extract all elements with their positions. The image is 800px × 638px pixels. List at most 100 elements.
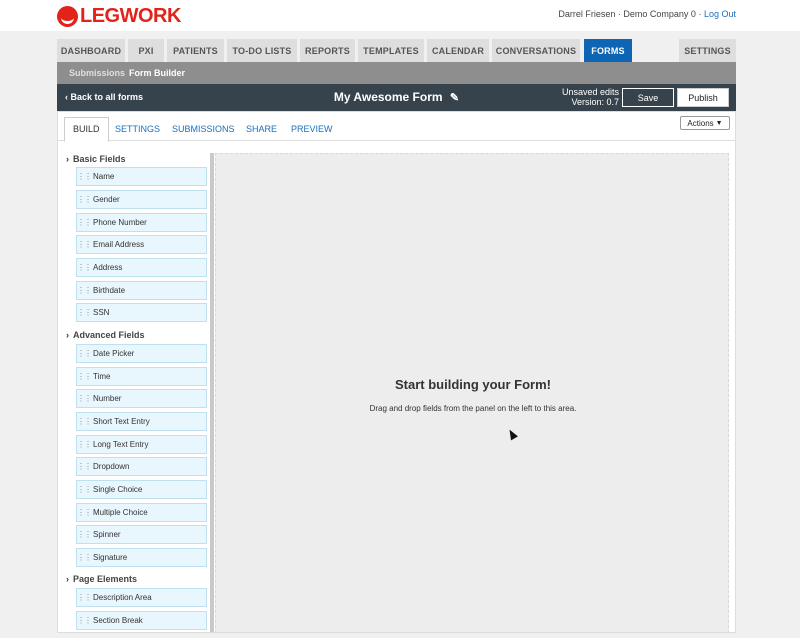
field-panel: › Basic Fields ⋮⋮ Name ⋮⋮ Gender ⋮⋮ Phone Nu… (62, 152, 212, 632)
field-label: Name (93, 172, 115, 181)
field-item-short-text-entry[interactable]: ⋮⋮ Short Text Entry (76, 412, 207, 431)
field-item-address[interactable]: ⋮⋮ Address (76, 258, 207, 277)
field-label: Phone Number (93, 218, 147, 227)
nav-tab-dashboard[interactable]: DASHBOARD (57, 39, 125, 62)
drag-handle-icon[interactable]: ⋮⋮ (77, 617, 92, 625)
field-item-time[interactable]: ⋮⋮ Time (76, 367, 207, 386)
user-info: Darrel Friesen · Demo Company 0 · Log Ou… (558, 9, 736, 19)
tab-submissions[interactable]: SUBMISSIONS (172, 124, 235, 134)
builder-tabs: BUILD SETTINGS SUBMISSIONS SHARE PREVIEW… (58, 112, 735, 142)
field-item-section-break[interactable]: ⋮⋮ Section Break (76, 611, 207, 630)
field-item-long-text-entry[interactable]: ⋮⋮ Long Text Entry (76, 435, 207, 454)
unsaved-status: Unsaved edits Version: 0.7 (544, 87, 619, 107)
form-drop-zone[interactable]: Start building your Form! Drag and drop … (215, 153, 729, 632)
form-title-text: My Awesome Form (333, 90, 443, 104)
drag-handle-icon[interactable]: ⋮⋮ (77, 350, 92, 358)
field-label: Email Address (93, 240, 145, 249)
drag-handle-icon[interactable]: ⋮⋮ (77, 531, 92, 539)
field-label: Long Text Entry (93, 440, 149, 449)
drag-handle-icon[interactable]: ⋮⋮ (77, 219, 92, 227)
field-item-number[interactable]: ⋮⋮ Number (76, 389, 207, 408)
drag-handle-icon[interactable]: ⋮⋮ (77, 309, 92, 317)
tab-build[interactable]: BUILD (64, 117, 109, 142)
field-item-email-address[interactable]: ⋮⋮ Email Address (76, 235, 207, 254)
version-text: Version: 0.7 (571, 97, 619, 107)
field-label: SSN (93, 308, 110, 317)
field-item-birthdate[interactable]: ⋮⋮ Birthdate (76, 281, 207, 300)
field-item-description-area[interactable]: ⋮⋮ Description Area (76, 588, 207, 607)
save-button[interactable]: Save (622, 88, 674, 107)
drop-zone-subtitle: Drag and drop fields from the panel on t… (369, 404, 577, 413)
drag-handle-icon[interactable]: ⋮⋮ (77, 264, 92, 272)
drag-handle-icon[interactable]: ⋮⋮ (77, 241, 92, 249)
user-name: Darrel Friesen (558, 9, 616, 19)
actions-dropdown-button[interactable]: Actions ▼ (680, 116, 730, 130)
field-item-single-choice[interactable]: ⋮⋮ Single Choice (76, 480, 207, 499)
nav-tab-calendar[interactable]: CALENDAR (427, 39, 489, 62)
field-label: Short Text Entry (93, 417, 150, 426)
nav-tab-pxi[interactable]: PXI (128, 39, 164, 62)
group-title: Basic Fields (73, 154, 126, 164)
nav-tab-settings[interactable]: SETTINGS (679, 39, 736, 62)
nav-tab-patients[interactable]: PATIENTS (167, 39, 224, 62)
drag-handle-icon[interactable]: ⋮⋮ (77, 509, 92, 517)
mouse-cursor-icon (506, 427, 518, 441)
logout-link[interactable]: Log Out (704, 9, 736, 19)
nav-tab-todo-lists[interactable]: TO-DO LISTS (227, 39, 297, 62)
group-title: Page Elements (73, 574, 138, 584)
field-item-signature[interactable]: ⋮⋮ Signature (76, 548, 207, 567)
nav-tab-conversations[interactable]: CONVERSATIONS (492, 39, 580, 62)
field-item-phone-number[interactable]: ⋮⋮ Phone Number (76, 213, 207, 232)
group-basic-fields[interactable]: › Basic Fields (66, 154, 126, 164)
field-item-name[interactable]: ⋮⋮ Name (76, 167, 207, 186)
publish-button[interactable]: Publish (677, 88, 729, 107)
field-item-spinner[interactable]: ⋮⋮ Spinner (76, 525, 207, 544)
drag-handle-icon[interactable]: ⋮⋮ (77, 554, 92, 562)
main-nav: DASHBOARD PXI PATIENTS TO-DO LISTS REPOR… (57, 39, 736, 62)
tab-share[interactable]: SHARE (246, 124, 277, 134)
drop-zone-title: Start building your Form! (395, 377, 551, 392)
nav-tab-templates[interactable]: TEMPLATES (358, 39, 424, 62)
drag-handle-icon[interactable]: ⋮⋮ (77, 196, 92, 204)
subnav-form-builder[interactable]: Form Builder (129, 68, 185, 78)
drag-handle-icon[interactable]: ⋮⋮ (77, 287, 92, 295)
nav-tab-reports[interactable]: REPORTS (300, 39, 355, 62)
field-label: Section Break (93, 616, 143, 625)
field-label: Gender (93, 195, 120, 204)
user-separator-2: · (698, 9, 702, 19)
subnav-submissions[interactable]: Submissions (69, 68, 125, 78)
field-item-multiple-choice[interactable]: ⋮⋮ Multiple Choice (76, 503, 207, 522)
top-header: LEGWORK Darrel Friesen · Demo Company 0 … (0, 0, 800, 31)
chevron-right-icon: › (66, 574, 69, 584)
actions-label: Actions (687, 118, 714, 128)
tab-settings[interactable]: SETTINGS (115, 124, 160, 134)
field-item-dropdown[interactable]: ⋮⋮ Dropdown (76, 457, 207, 476)
company-name: Demo Company 0 (623, 9, 696, 19)
field-item-gender[interactable]: ⋮⋮ Gender (76, 190, 207, 209)
group-page-elements[interactable]: › Page Elements (66, 574, 137, 584)
field-label: Dropdown (93, 462, 130, 471)
field-label: Date Picker (93, 349, 135, 358)
tab-preview[interactable]: PREVIEW (291, 124, 333, 134)
drag-handle-icon[interactable]: ⋮⋮ (77, 463, 92, 471)
sub-nav: Submissions Form Builder (57, 62, 736, 84)
field-label: Description Area (93, 593, 152, 602)
drag-handle-icon[interactable]: ⋮⋮ (77, 173, 92, 181)
drag-handle-icon[interactable]: ⋮⋮ (77, 395, 92, 403)
group-advanced-fields[interactable]: › Advanced Fields (66, 330, 145, 340)
drag-handle-icon[interactable]: ⋮⋮ (77, 418, 92, 426)
legwork-logo[interactable]: LEGWORK (57, 5, 181, 27)
pencil-edit-icon[interactable]: ✎ (450, 91, 459, 104)
drag-handle-icon[interactable]: ⋮⋮ (77, 486, 92, 494)
nav-tab-forms[interactable]: FORMS (584, 39, 632, 62)
panel-scrollbar[interactable] (210, 153, 214, 632)
field-label: Time (93, 372, 111, 381)
drag-handle-icon[interactable]: ⋮⋮ (77, 441, 92, 449)
drag-handle-icon[interactable]: ⋮⋮ (77, 594, 92, 602)
field-item-date-picker[interactable]: ⋮⋮ Date Picker (76, 344, 207, 363)
user-separator: · (617, 9, 621, 19)
field-item-ssn[interactable]: ⋮⋮ SSN (76, 303, 207, 322)
chevron-right-icon: › (66, 330, 69, 340)
caret-down-icon: ▼ (715, 119, 723, 127)
drag-handle-icon[interactable]: ⋮⋮ (77, 373, 92, 381)
